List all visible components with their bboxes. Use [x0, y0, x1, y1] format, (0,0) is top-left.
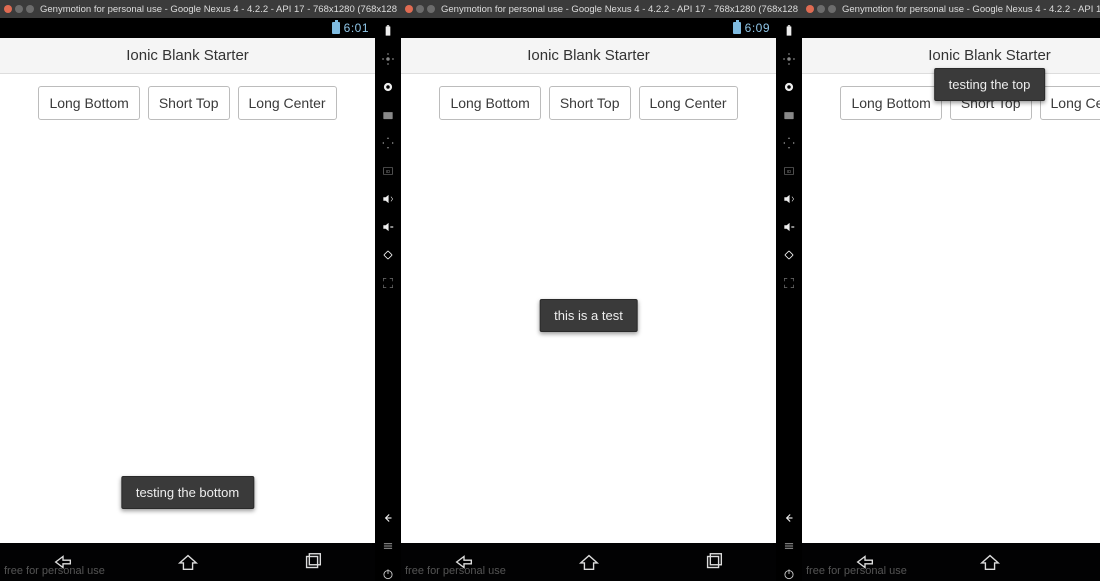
- phone-screen[interactable]: 6:01 Ionic Blank Starter Long Bottom Sho…: [0, 18, 375, 581]
- maximize-icon[interactable]: [828, 5, 836, 13]
- short-top-button[interactable]: Short Top: [148, 86, 230, 120]
- minimize-icon[interactable]: [817, 5, 825, 13]
- long-bottom-button[interactable]: Long Bottom: [840, 86, 941, 120]
- short-top-button[interactable]: Short Top: [549, 86, 631, 120]
- volume-up-icon[interactable]: [381, 192, 395, 206]
- android-statusbar: 6:10: [802, 18, 1100, 38]
- phone-screen[interactable]: 6:10 Ionic Blank Starter Long Bottom Sho…: [802, 18, 1100, 581]
- long-bottom-button[interactable]: Long Bottom: [439, 86, 540, 120]
- recent-apps-icon[interactable]: [302, 551, 324, 573]
- statusbar-time: 6:01: [344, 21, 369, 35]
- power-icon[interactable]: [381, 567, 395, 581]
- long-center-button[interactable]: Long Center: [238, 86, 337, 120]
- fullscreen-icon[interactable]: [782, 276, 796, 290]
- gps-icon[interactable]: [381, 52, 395, 66]
- menu-soft-icon[interactable]: [782, 539, 796, 553]
- toast-bottom: testing the bottom: [121, 476, 254, 509]
- battery-icon[interactable]: [381, 24, 395, 38]
- emulator-instance: Genymotion for personal use - Google Nex…: [401, 0, 802, 581]
- id-icon[interactable]: ID: [381, 164, 395, 178]
- app-header: Ionic Blank Starter: [0, 38, 375, 74]
- android-navbar: free for personal use: [401, 543, 776, 581]
- back-icon[interactable]: [854, 551, 876, 573]
- menu-soft-icon[interactable]: [381, 539, 395, 553]
- close-icon[interactable]: [4, 5, 12, 13]
- fullscreen-icon[interactable]: [381, 276, 395, 290]
- android-statusbar: 6:09: [401, 18, 776, 38]
- close-icon[interactable]: [806, 5, 814, 13]
- svg-text:ID: ID: [386, 169, 390, 174]
- button-row: Long Bottom Short Top Long Center: [413, 86, 764, 120]
- android-navbar: free for personal use: [802, 543, 1100, 581]
- phone-screen[interactable]: 6:09 Ionic Blank Starter Long Bottom Sho…: [401, 18, 776, 581]
- camera-icon[interactable]: [381, 80, 395, 94]
- minimize-icon[interactable]: [416, 5, 424, 13]
- home-icon[interactable]: [979, 551, 1001, 573]
- app-title: Ionic Blank Starter: [928, 47, 1051, 64]
- rotate-icon[interactable]: [782, 248, 796, 262]
- capture-icon[interactable]: [782, 108, 796, 122]
- rotate-icon[interactable]: [381, 248, 395, 262]
- toast-center: this is a test: [539, 299, 638, 332]
- toast-top: testing the top: [934, 68, 1046, 101]
- device-row: 6:10 Ionic Blank Starter Long Bottom Sho…: [802, 18, 1100, 581]
- recent-apps-icon[interactable]: [703, 551, 725, 573]
- window-controls: [405, 5, 435, 13]
- emulator-sidebar: ID: [776, 18, 802, 581]
- android-navbar: free for personal use: [0, 543, 375, 581]
- move-icon[interactable]: [381, 136, 395, 150]
- battery-icon: [733, 22, 741, 34]
- button-row: Long Bottom Short Top Long Center: [12, 86, 363, 120]
- maximize-icon[interactable]: [26, 5, 34, 13]
- app-header: Ionic Blank Starter: [401, 38, 776, 74]
- svg-text:ID: ID: [787, 169, 791, 174]
- home-icon[interactable]: [578, 551, 600, 573]
- os-window-titlebar[interactable]: Genymotion for personal use - Google Nex…: [802, 0, 1100, 18]
- android-statusbar: 6:01: [0, 18, 375, 38]
- app-title: Ionic Blank Starter: [126, 47, 249, 64]
- camera-icon[interactable]: [782, 80, 796, 94]
- window-controls: [806, 5, 836, 13]
- back-soft-icon[interactable]: [381, 511, 395, 525]
- gps-icon[interactable]: [782, 52, 796, 66]
- os-window-title: Genymotion for personal use - Google Nex…: [40, 4, 397, 15]
- minimize-icon[interactable]: [15, 5, 23, 13]
- app-content: Long Bottom Short Top Long Center testin…: [0, 74, 375, 543]
- long-center-button[interactable]: Long Center: [1040, 86, 1100, 120]
- capture-icon[interactable]: [381, 108, 395, 122]
- close-icon[interactable]: [405, 5, 413, 13]
- long-bottom-button[interactable]: Long Bottom: [38, 86, 139, 120]
- device-row: 6:01 Ionic Blank Starter Long Bottom Sho…: [0, 18, 401, 581]
- os-window-titlebar[interactable]: Genymotion for personal use - Google Nex…: [401, 0, 802, 18]
- battery-icon: [332, 22, 340, 34]
- back-soft-icon[interactable]: [782, 511, 796, 525]
- long-center-button[interactable]: Long Center: [639, 86, 738, 120]
- power-icon[interactable]: [782, 567, 796, 581]
- app-content: Long Bottom Short Top Long Center: [802, 74, 1100, 543]
- emulator-sidebar: ID: [375, 18, 401, 581]
- os-window-title: Genymotion for personal use - Google Nex…: [441, 4, 798, 15]
- back-icon[interactable]: [453, 551, 475, 573]
- statusbar-time: 6:09: [745, 21, 770, 35]
- emulator-instance: Genymotion for personal use - Google Nex…: [0, 0, 401, 581]
- home-icon[interactable]: [177, 551, 199, 573]
- emulator-row: Genymotion for personal use - Google Nex…: [0, 0, 1100, 581]
- volume-down-icon[interactable]: [782, 220, 796, 234]
- volume-up-icon[interactable]: [782, 192, 796, 206]
- volume-down-icon[interactable]: [381, 220, 395, 234]
- window-controls: [4, 5, 34, 13]
- id-icon[interactable]: ID: [782, 164, 796, 178]
- maximize-icon[interactable]: [427, 5, 435, 13]
- os-window-title: Genymotion for personal use - Google Nex…: [842, 4, 1100, 15]
- device-row: 6:09 Ionic Blank Starter Long Bottom Sho…: [401, 18, 802, 581]
- back-icon[interactable]: [52, 551, 74, 573]
- move-icon[interactable]: [782, 136, 796, 150]
- app-content: Long Bottom Short Top Long Center this i…: [401, 74, 776, 543]
- os-window-titlebar[interactable]: Genymotion for personal use - Google Nex…: [0, 0, 401, 18]
- app-title: Ionic Blank Starter: [527, 47, 650, 64]
- emulator-instance: Genymotion for personal use - Google Nex…: [802, 0, 1100, 581]
- battery-icon[interactable]: [782, 24, 796, 38]
